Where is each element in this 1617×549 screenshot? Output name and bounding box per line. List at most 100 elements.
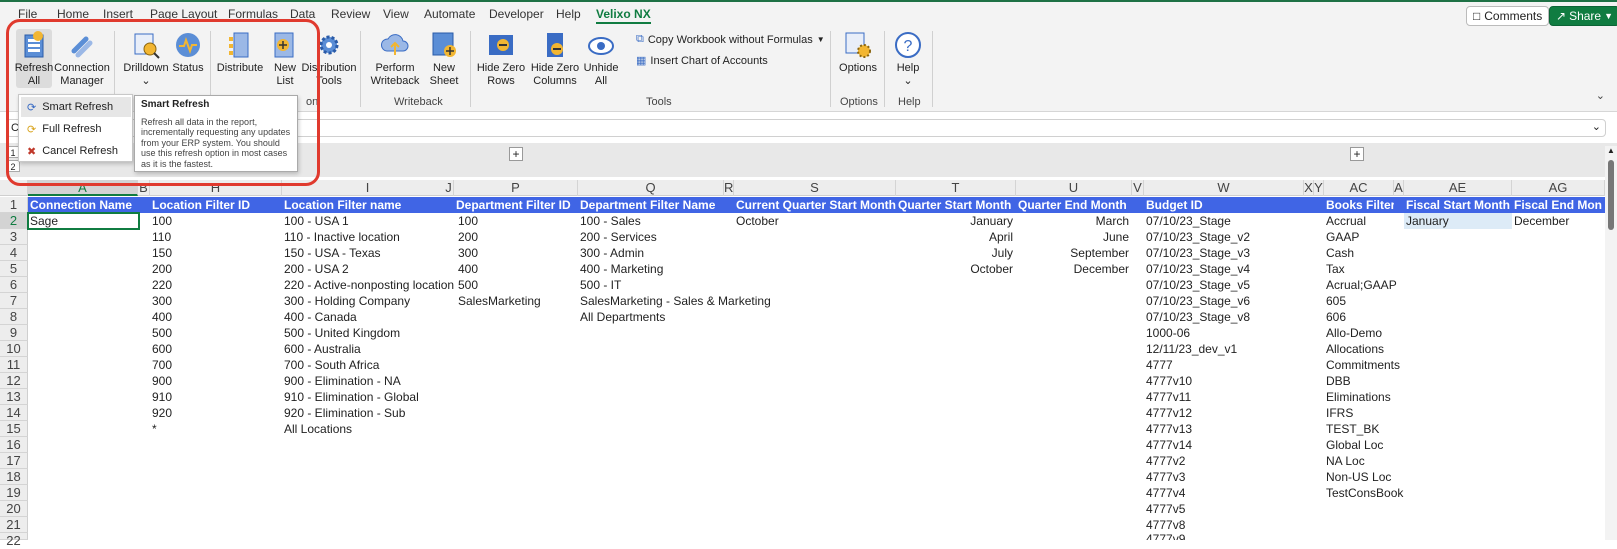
table-cell[interactable]: 12/11/23_dev_v1 [1144,341,1302,357]
header-cell[interactable]: Books Filter [1324,197,1394,213]
column-header[interactable]: T [896,180,1016,196]
scrollbar-thumb[interactable] [1608,160,1614,230]
table-cell[interactable]: Cash [1324,245,1414,261]
header-cell[interactable]: Department Filter Name [578,197,724,213]
column-header[interactable]: H [150,180,282,196]
row-header[interactable]: 14 [0,405,28,421]
header-cell[interactable]: Current Quarter Start Month [734,197,896,213]
table-cell[interactable]: Non-US Loc [1324,469,1414,485]
column-header[interactable]: W [1144,180,1304,196]
table-cell[interactable]: 400 - Marketing [578,261,798,277]
column-header[interactable]: Y [1314,180,1324,196]
table-cell[interactable]: December [1512,213,1605,229]
table-cell[interactable]: IFRS [1324,405,1414,421]
column-header[interactable]: R [724,180,734,196]
tab-page-layout[interactable]: Page Layout [150,7,217,21]
table-cell[interactable]: March [1016,213,1132,229]
table-cell[interactable]: 910 - Elimination - Global [282,389,456,405]
table-cell[interactable]: 500 - United Kingdom [282,325,456,341]
row-header[interactable]: 18 [0,469,28,485]
row-header[interactable]: 9 [0,325,28,341]
menu-item-full-refresh[interactable]: ⟳ Full Refresh [21,119,131,139]
scroll-up-icon[interactable]: ▲ [1607,146,1615,155]
column-header[interactable]: Q [578,180,724,196]
row-header[interactable]: 10 [0,341,28,357]
header-cell[interactable] [1304,197,1324,213]
table-cell[interactable]: Eliminations [1324,389,1414,405]
header-cell[interactable] [724,197,734,213]
row-header[interactable]: 11 [0,357,28,373]
table-cell[interactable]: NA Loc [1324,453,1414,469]
table-cell[interactable]: 600 [150,341,280,357]
table-cell[interactable]: April [896,229,1016,245]
column-header[interactable]: AC [1324,180,1394,196]
row-header[interactable]: 8 [0,309,28,325]
table-cell[interactable]: 700 - South Africa [282,357,456,373]
table-cell[interactable]: 606 [1324,309,1414,325]
distribution-tools-button[interactable]: Distribution Tools [301,29,357,88]
column-header[interactable]: AG [1512,180,1605,196]
chevron-down-icon[interactable]: ⌄ [1592,120,1601,133]
table-cell[interactable]: 4777v8 [1144,517,1302,533]
table-cell[interactable]: October [896,261,1016,277]
tab-review[interactable]: Review [331,7,370,21]
table-cell[interactable]: DBB [1324,373,1414,389]
table-cell[interactable]: 920 [150,405,280,421]
tab-data[interactable]: Data [290,7,315,21]
row-header[interactable]: 6 [0,277,28,293]
tab-velixo-nx[interactable]: Velixo NX [596,7,651,24]
table-cell[interactable]: 200 [150,261,280,277]
tab-help[interactable]: Help [556,7,581,21]
table-cell[interactable]: 150 [150,245,280,261]
table-cell[interactable]: 900 [150,373,280,389]
table-cell[interactable]: 500 [150,325,280,341]
new-sheet-button[interactable]: New Sheet [426,29,462,88]
tab-insert[interactable]: Insert [103,7,133,21]
table-cell[interactable]: 4777v12 [1144,405,1302,421]
table-cell[interactable]: Acrual;GAAP [1324,277,1414,293]
row-header[interactable]: 7 [0,293,28,309]
hide-zero-columns-button[interactable]: Hide Zero Columns [530,29,580,88]
table-cell[interactable]: All Departments [578,309,798,325]
row-header[interactable]: 4 [0,245,28,261]
drilldown-button[interactable]: Drilldown ⌄ [123,29,169,88]
table-cell[interactable]: 4777v14 [1144,437,1302,453]
row-header[interactable]: 3 [0,229,28,245]
table-cell[interactable]: 07/10/23_Stage_v5 [1144,277,1302,293]
header-cell[interactable] [1394,197,1404,213]
row-header[interactable]: 13 [0,389,28,405]
table-cell[interactable]: 200 - USA 2 [282,261,456,277]
table-cell[interactable]: 400 - Canada [282,309,456,325]
row-header[interactable]: 12 [0,373,28,389]
tab-automate[interactable]: Automate [424,7,475,21]
column-header[interactable]: X [1304,180,1314,196]
table-cell[interactable]: 700 [150,357,280,373]
connection-manager-button[interactable]: Connection Manager [54,29,110,88]
table-cell[interactable]: Global Loc [1324,437,1414,453]
table-cell[interactable]: 100 [456,213,578,229]
column-header[interactable]: AE [1404,180,1512,196]
table-cell[interactable]: TestConsBook [1324,485,1414,501]
table-cell[interactable]: 4777v11 [1144,389,1302,405]
tab-formulas[interactable]: Formulas [228,7,278,21]
table-cell[interactable]: Allo-Demo [1324,325,1414,341]
insert-chart-of-accounts-button[interactable]: ▦ Insert Chart of Accounts [636,54,768,68]
column-header[interactable]: P [454,180,578,196]
tab-file[interactable]: File [18,7,37,21]
table-cell[interactable]: Tax [1324,261,1414,277]
column-header[interactable]: S [734,180,896,196]
table-cell[interactable]: TEST_BK [1324,421,1414,437]
column-header[interactable]: A [28,180,138,196]
row-header[interactable]: 17 [0,453,28,469]
table-cell[interactable]: 100 [150,213,280,229]
header-cell[interactable]: Quarter End Month [1016,197,1132,213]
table-cell[interactable]: 500 - IT [578,277,798,293]
options-button[interactable]: Options [838,29,878,75]
header-cell[interactable]: Department Filter ID [454,197,578,213]
header-cell[interactable]: Budget ID [1144,197,1304,213]
table-cell[interactable]: 220 [150,277,280,293]
header-cell[interactable] [138,197,150,213]
row-header[interactable]: 20 [0,501,28,517]
table-cell[interactable]: 4777v10 [1144,373,1302,389]
row-header[interactable]: 22 [0,533,28,548]
